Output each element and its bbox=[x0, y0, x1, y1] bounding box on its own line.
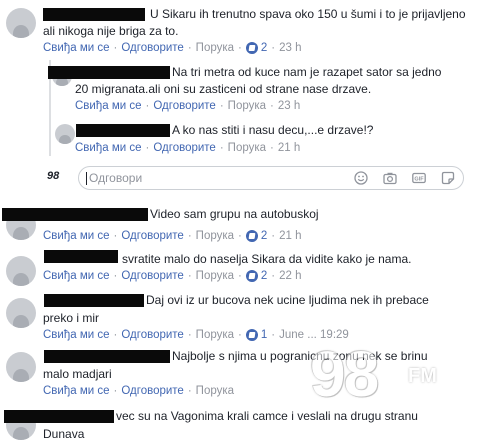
avatar[interactable] bbox=[6, 352, 36, 382]
reaction-count[interactable]: 2 bbox=[261, 270, 267, 282]
timestamp[interactable]: 21 h bbox=[278, 142, 300, 154]
reaction-count[interactable]: 2 bbox=[261, 42, 267, 54]
comment-text: preko i mir bbox=[43, 311, 100, 325]
comment-actions: Свиђа ми се · Одговорите · Порука · 21 h bbox=[75, 142, 301, 154]
camera-icon[interactable] bbox=[383, 171, 397, 185]
reply-input-placeholder: Одговори bbox=[89, 171, 143, 185]
comment-text: U Sikaru ih trenutno spava oko 150 u šum… bbox=[150, 7, 466, 21]
timestamp[interactable]: 23 h bbox=[279, 42, 301, 54]
reply-link[interactable]: Одговорите bbox=[121, 230, 183, 242]
message-link[interactable]: Порука bbox=[228, 100, 266, 112]
comment-text: Na tri metra od kuce nam je razapet sato… bbox=[172, 65, 442, 79]
redacted-name bbox=[4, 410, 114, 423]
comment-actions: Свиђа ми се · Одговорите · Порука bbox=[43, 385, 235, 397]
comment-text: svratite malo do naselja Sikara da vidit… bbox=[122, 252, 412, 266]
like-link[interactable]: Свиђа ми се bbox=[75, 142, 142, 154]
comment-text: malo madjari bbox=[43, 367, 112, 381]
avatar[interactable] bbox=[6, 256, 36, 286]
avatar[interactable] bbox=[55, 124, 75, 144]
message-link[interactable]: Порука bbox=[196, 270, 234, 282]
timestamp[interactable]: 23 h bbox=[278, 100, 300, 112]
watermark-band: FM bbox=[408, 365, 437, 387]
like-link[interactable]: Свиђа ми се bbox=[43, 385, 110, 397]
like-reaction-icon[interactable] bbox=[245, 42, 258, 54]
reply-link[interactable]: Одговорите bbox=[121, 270, 183, 282]
comment-text: Daj ovi iz ur bucova nek ucine ljudima n… bbox=[146, 293, 429, 307]
reaction-count[interactable]: 1 bbox=[261, 329, 267, 341]
reaction-count[interactable]: 2 bbox=[261, 230, 267, 242]
like-link[interactable]: Свиђа ми се bbox=[43, 230, 110, 242]
timestamp[interactable]: 22 h bbox=[279, 270, 301, 282]
comment-text: A ko nas stiti i nasu decu,...e drzave!? bbox=[172, 123, 374, 137]
like-reaction-icon[interactable] bbox=[245, 230, 258, 242]
reply-link[interactable]: Одговорите bbox=[153, 100, 215, 112]
reply-link[interactable]: Одговорите bbox=[121, 329, 183, 341]
watermark-number: 98 bbox=[310, 338, 379, 410]
emoji-icon[interactable] bbox=[354, 171, 368, 185]
comment-actions: Свиђа ми се · Одговорите · Порука · 2 · 23 h bbox=[43, 42, 302, 54]
message-link[interactable]: Порука bbox=[196, 329, 234, 341]
like-link[interactable]: Свиђа ми се bbox=[43, 329, 110, 341]
comment-actions: Свиђа ми се · Одговорите · Порука · 2 · 22 h bbox=[43, 270, 302, 282]
comment-text: ali nikoga nije briga za to. bbox=[43, 24, 179, 38]
redacted-name bbox=[76, 124, 170, 137]
svg-text:GIF: GIF bbox=[414, 177, 424, 183]
comment-text: Dunava bbox=[43, 427, 85, 441]
redacted-name bbox=[2, 208, 148, 221]
sticker-icon[interactable] bbox=[441, 171, 455, 185]
comment-actions: Свиђа ми се · Одговорите · Порука · 23 h bbox=[75, 100, 301, 112]
radio-98fm-watermark: 98 FM bbox=[300, 325, 450, 435]
reply-link[interactable]: Одговорите bbox=[121, 42, 183, 54]
timestamp[interactable]: 21 h bbox=[279, 230, 301, 242]
message-link[interactable]: Порука bbox=[196, 42, 234, 54]
like-reaction-icon[interactable] bbox=[245, 329, 258, 341]
redacted-name bbox=[44, 350, 170, 363]
redacted-name bbox=[48, 66, 170, 79]
reply-link[interactable]: Одговорите bbox=[153, 142, 215, 154]
reply-input[interactable]: Одговори GIF bbox=[78, 166, 464, 190]
message-link[interactable]: Порука bbox=[196, 385, 234, 397]
avatar[interactable] bbox=[6, 8, 36, 38]
like-reaction-icon[interactable] bbox=[245, 270, 258, 282]
page-avatar-logo: 98 bbox=[47, 170, 60, 182]
comment-text: 20 migranata.ali oni su zasticeni od str… bbox=[75, 82, 372, 96]
like-link[interactable]: Свиђа ми се bbox=[43, 42, 110, 54]
comment-actions: Свиђа ми се · Одговорите · Порука · 2 · 21 h bbox=[43, 230, 302, 242]
message-link[interactable]: Порука bbox=[228, 142, 266, 154]
like-link[interactable]: Свиђа ми се bbox=[75, 100, 142, 112]
reply-link[interactable]: Одговорите bbox=[121, 385, 183, 397]
redacted-name bbox=[44, 250, 118, 263]
redacted-name bbox=[43, 8, 145, 21]
text-caret bbox=[86, 172, 87, 185]
avatar[interactable] bbox=[6, 298, 36, 328]
comment-text: Video sam grupu na autobuskoj bbox=[150, 207, 319, 221]
message-link[interactable]: Порука bbox=[196, 230, 234, 242]
redacted-name bbox=[44, 294, 144, 307]
gif-icon[interactable]: GIF bbox=[412, 171, 426, 185]
like-link[interactable]: Свиђа ми се bbox=[43, 270, 110, 282]
